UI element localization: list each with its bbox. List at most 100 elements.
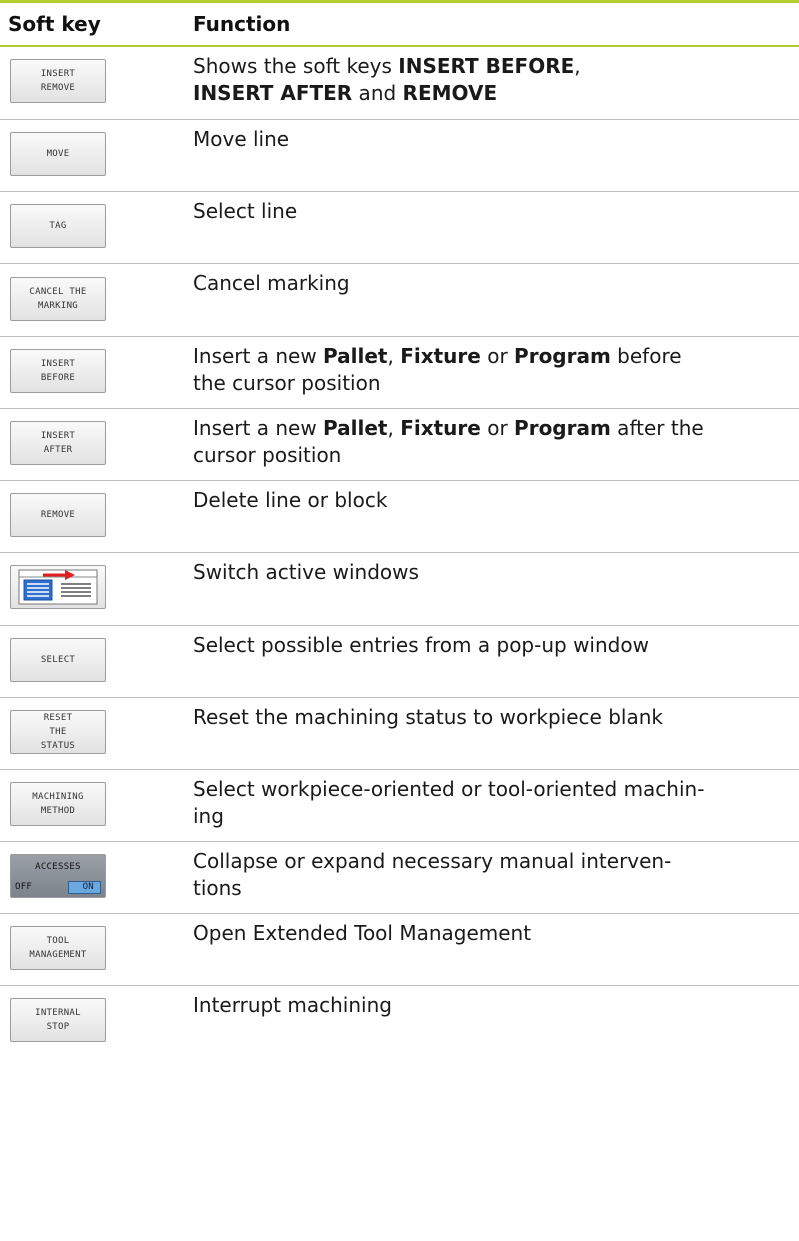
softkey-internal-stop[interactable]: INTERNAL STOP (10, 998, 106, 1042)
function-description: Move line (193, 126, 787, 153)
table-row: Switch active windows (0, 553, 799, 626)
function-text: , (387, 416, 401, 440)
softkey-label-line: MANAGEMENT (29, 950, 87, 960)
softkey-tag[interactable]: TAG (10, 204, 106, 248)
function-keyword: INSERT AFTER (193, 81, 353, 105)
softkey-cancel-the-marking[interactable]: CANCEL THE MARKING (10, 277, 106, 321)
table-row: CANCEL THE MARKING Cancel marking (0, 264, 799, 337)
softkey-label-line: THE (49, 727, 67, 737)
table-row: REMOVE Delete line or block (0, 481, 799, 553)
function-text: Interrupt machining (193, 993, 392, 1017)
function-keyword: Pallet (323, 416, 388, 440)
function-description: Open Extended Tool Management (193, 920, 787, 947)
table-row: INSERT AFTER Insert a new Pallet, Fixture … (0, 409, 799, 481)
function-keyword: Program (514, 416, 611, 440)
toggle-on-label: ON (67, 880, 101, 894)
function-text: Insert a new (193, 416, 324, 440)
table-row: SELECT Select possible entries from a pop… (0, 626, 799, 698)
function-keyword: Program (514, 344, 611, 368)
function-text: and (352, 81, 403, 105)
table-row: INSERT REMOVE Shows the soft keys INSERT B… (0, 47, 799, 120)
function-description: Select line (193, 198, 787, 225)
softkey-insert-after[interactable]: INSERT AFTER (10, 421, 106, 465)
function-text: Insert a new (193, 344, 324, 368)
function-description: Switch active windows (193, 559, 787, 586)
function-keyword: Fixture (400, 344, 481, 368)
function-text: Collapse or expand necessary manual inte… (193, 849, 672, 873)
softkey-label-line: STOP (46, 1022, 70, 1032)
function-description: Insert a new Pallet, Fixture or Program … (193, 415, 787, 469)
function-description: Cancel marking (193, 270, 787, 297)
softkey-label-line: BEFORE (40, 373, 76, 383)
softkey-insert-before[interactable]: INSERT BEFORE (10, 349, 106, 393)
function-text: Select workpiece-oriented or tool-orient… (193, 777, 705, 801)
table-row: ACCESSES OFF ON Collapse or expand necessar… (0, 842, 799, 914)
function-text: Reset the machining status to workpiece … (193, 705, 663, 729)
softkey-label-line: TAG (49, 221, 67, 231)
column-header-function: Function (193, 12, 291, 36)
function-description: Select workpiece-oriented or tool-orient… (193, 776, 787, 830)
function-text: before (610, 344, 682, 368)
softkey-label-line: INSERT (40, 431, 76, 441)
function-text: Select possible entries from a pop-up wi… (193, 633, 649, 657)
function-text: Select line (193, 199, 298, 223)
function-text: or (480, 416, 515, 440)
function-keyword: Fixture (400, 416, 481, 440)
function-text: Cancel marking (193, 271, 350, 295)
table-row: INSERT BEFORE Insert a new Pallet, Fixture… (0, 337, 799, 409)
softkey-tool-management[interactable]: TOOL MANAGEMENT (10, 926, 106, 970)
softkey-insert-remove[interactable]: INSERT REMOVE (10, 59, 106, 103)
function-description: Select possible entries from a pop-up wi… (193, 632, 787, 659)
function-description: Delete line or block (193, 487, 787, 514)
function-text: cursor position (193, 443, 342, 467)
softkey-machining-method[interactable]: MACHINING METHOD (10, 782, 106, 826)
softkey-accesses-toggle[interactable]: ACCESSES OFF ON (10, 854, 106, 898)
table-row: INTERNAL STOP Interrupt machining (0, 986, 799, 1050)
softkey-move[interactable]: MOVE (10, 132, 106, 176)
function-keyword: INSERT BEFORE (398, 54, 575, 78)
softkey-switch-windows[interactable] (10, 565, 106, 609)
table-header: Soft key Function (0, 3, 799, 47)
softkey-label-line: MARKING (37, 301, 79, 311)
function-text: Open Extended Tool Management (193, 921, 532, 945)
softkey-label-line: SELECT (40, 655, 76, 665)
function-text: after the (610, 416, 704, 440)
softkey-label-line: MACHINING (32, 792, 84, 802)
function-text: tions (193, 876, 242, 900)
function-description: Reset the machining status to workpiece … (193, 704, 787, 731)
function-text: Switch active windows (193, 560, 419, 584)
function-keyword: Pallet (323, 344, 388, 368)
function-text: Shows the soft keys (193, 54, 399, 78)
softkey-label-line: INSERT (40, 69, 76, 79)
softkey-label-line: INTERNAL (35, 1008, 81, 1018)
softkey-label-line: CANCEL THE (29, 287, 87, 297)
table-row: RESET THE STATUS Reset the machining status… (0, 698, 799, 770)
function-text: the cursor position (193, 371, 381, 395)
softkey-label-line: MOVE (46, 149, 70, 159)
softkey-label-line: REMOVE (40, 510, 76, 520)
toggle-off-label: OFF (15, 882, 33, 892)
function-text: , (387, 344, 401, 368)
table-row: MACHINING METHOD Select workpiece-oriented… (0, 770, 799, 842)
function-text: ing (193, 804, 224, 828)
function-text: , (574, 54, 581, 78)
softkey-label-line: AFTER (43, 445, 73, 455)
function-keyword: REMOVE (402, 81, 498, 105)
softkey-reset-the-status[interactable]: RESET THE STATUS (10, 710, 106, 754)
softkey-remove[interactable]: REMOVE (10, 493, 106, 537)
softkey-label-line: REMOVE (40, 83, 76, 93)
function-description: Insert a new Pallet, Fixture or Program … (193, 343, 787, 397)
softkey-label-line: STATUS (40, 741, 76, 751)
table-row: TAG Select line (0, 192, 799, 264)
function-text: Move line (193, 127, 290, 151)
function-text: or (480, 344, 515, 368)
softkey-select[interactable]: SELECT (10, 638, 106, 682)
switch-windows-icon (18, 569, 98, 605)
function-text: Delete line or block (193, 488, 388, 512)
table-row: TOOL MANAGEMENT Open Extended Tool Managem… (0, 914, 799, 986)
table-row: MOVE Move line (0, 120, 799, 192)
softkey-label-line: RESET (43, 713, 73, 723)
function-description: Collapse or expand necessary manual inte… (193, 848, 787, 902)
column-header-softkey: Soft key (8, 12, 101, 36)
softkey-label-line: INSERT (40, 359, 76, 369)
